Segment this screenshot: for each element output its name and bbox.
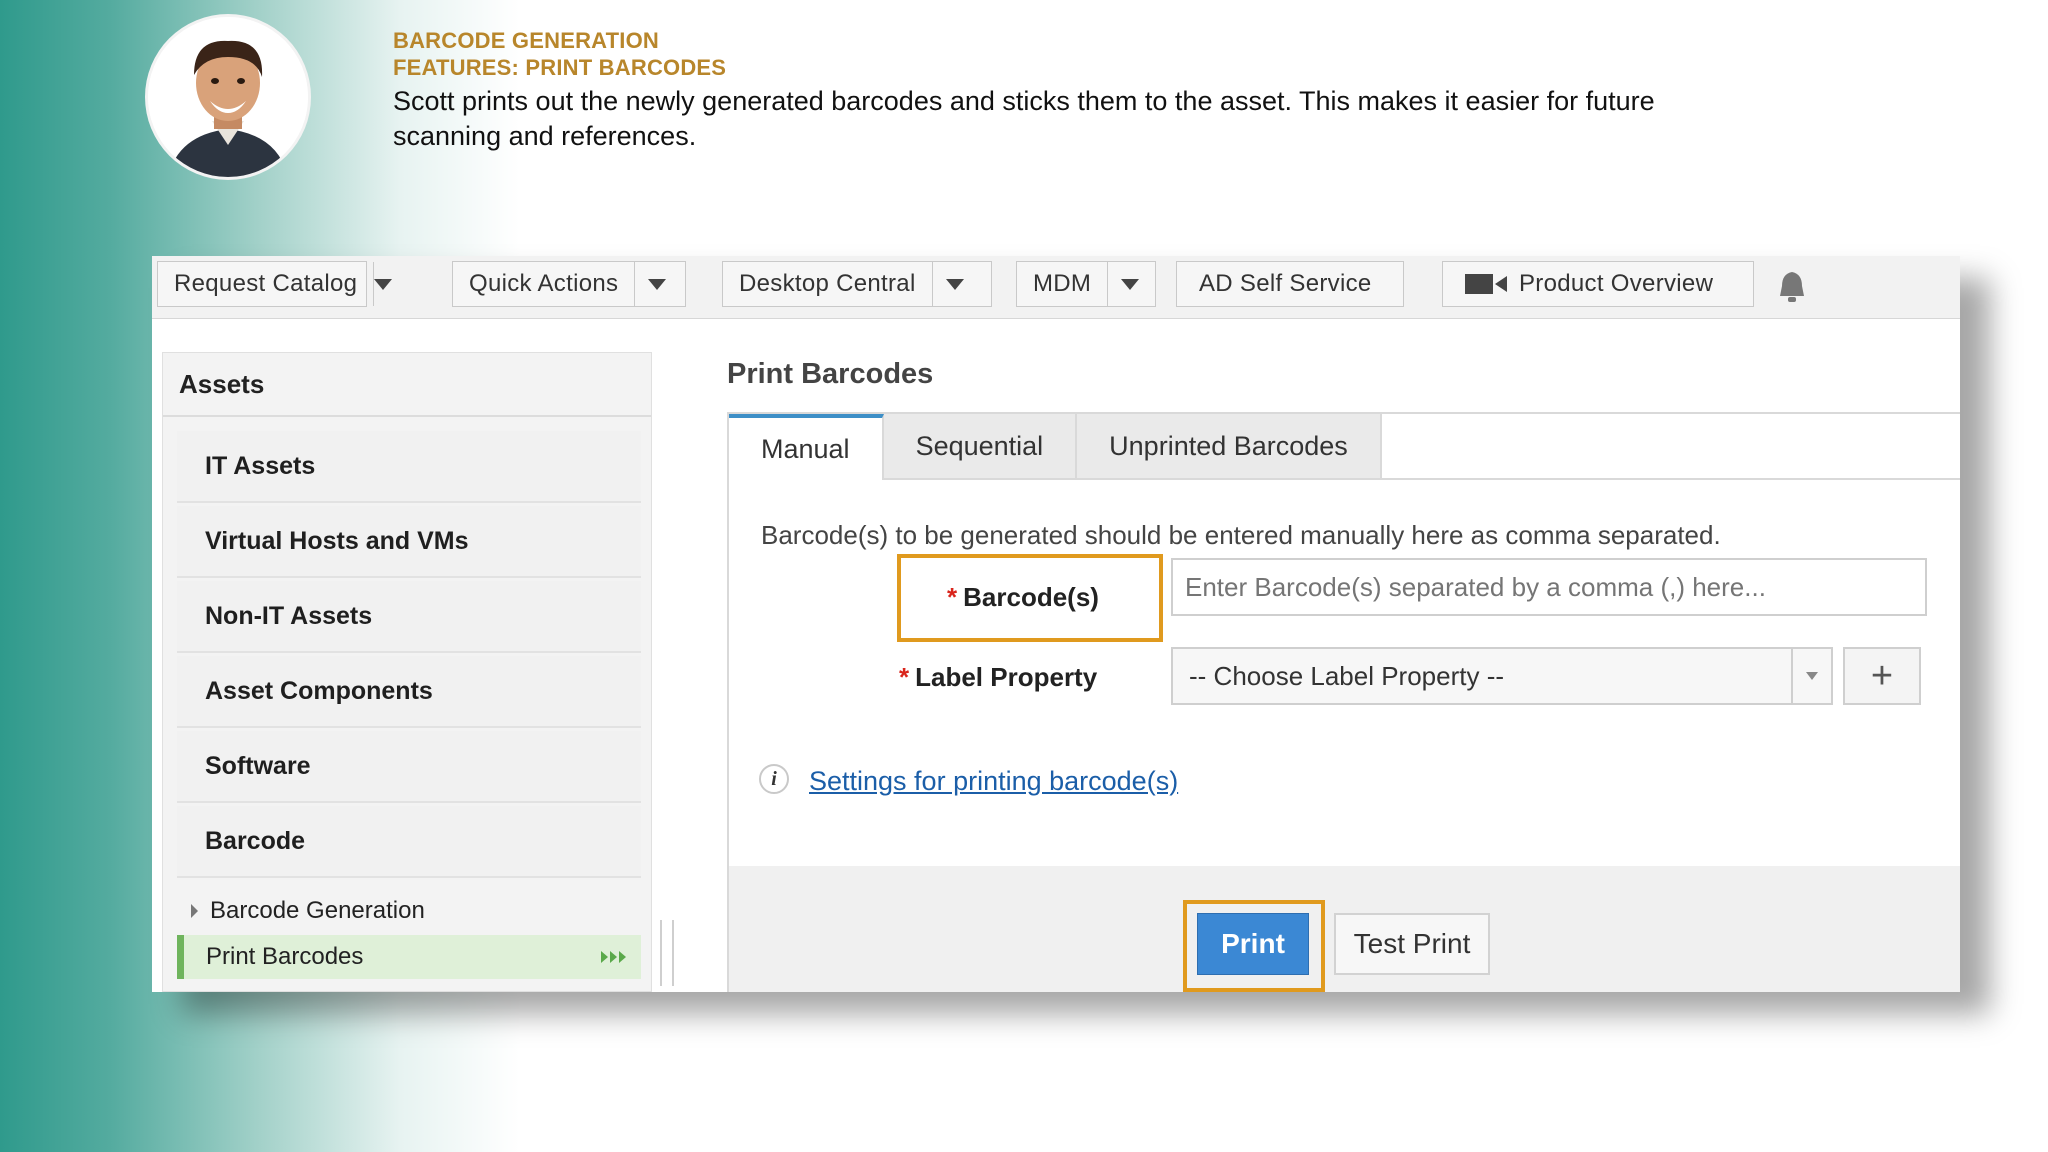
print-barcodes-label: Print Barcodes <box>206 943 364 970</box>
barcode-field-label: * Barcode(s) <box>947 582 1099 613</box>
assets-sidebar: Assets IT Assets Virtual Hosts and VMs N… <box>162 352 652 992</box>
tab-bar: Manual Sequential Unprinted Barcodes <box>729 414 1382 480</box>
sidebar-item-non-it-assets[interactable]: Non-IT Assets <box>177 581 641 653</box>
label-property-field-label: * Label Property <box>899 662 1097 693</box>
caret-right-icon <box>191 904 198 918</box>
barcode-label-text: Barcode(s) <box>963 582 1099 612</box>
mdm-menu[interactable]: MDM <box>1016 261 1156 307</box>
double-arrow-icon <box>601 951 626 963</box>
page-title: Print Barcodes <box>727 358 934 390</box>
test-print-button[interactable]: Test Print <box>1334 913 1490 975</box>
tab-manual[interactable]: Manual <box>729 414 884 480</box>
chevron-down-icon[interactable] <box>931 262 977 306</box>
quick-actions-label: Quick Actions <box>469 270 619 297</box>
sidebar-subitem-print-barcodes[interactable]: Print Barcodes <box>177 935 641 979</box>
feature-heading: FEATURES: PRINT BARCODES <box>393 55 727 80</box>
quick-actions-menu[interactable]: Quick Actions <box>452 261 686 307</box>
panel-resize-handle[interactable] <box>660 920 674 986</box>
info-icon: i <box>759 764 789 794</box>
sidebar-title: Assets <box>163 353 651 417</box>
label-property-select[interactable]: -- Choose Label Property -- <box>1171 647 1833 705</box>
product-overview-label: Product Overview <box>1519 270 1714 297</box>
sidebar-item-asset-components[interactable]: Asset Components <box>177 656 641 728</box>
tab-unprinted-barcodes[interactable]: Unprinted Barcodes <box>1077 414 1382 480</box>
app-screenshot: Request Catalog Quick Actions Desktop Ce… <box>152 256 1960 992</box>
sidebar-item-barcode[interactable]: Barcode <box>177 806 641 878</box>
chevron-down-icon[interactable] <box>373 262 393 306</box>
chevron-down-icon[interactable] <box>1107 262 1152 306</box>
required-marker: * <box>899 662 910 692</box>
request-catalog-label: Request Catalog <box>174 270 358 297</box>
sidebar-subitem-barcode-generation[interactable]: Barcode Generation <box>177 889 641 933</box>
product-overview-button[interactable]: Product Overview <box>1442 261 1754 307</box>
ad-self-service-label: AD Self Service <box>1199 270 1372 297</box>
desktop-central-label: Desktop Central <box>739 270 916 297</box>
tab-sequential[interactable]: Sequential <box>883 414 1078 480</box>
section-heading: BARCODE GENERATION <box>393 28 659 53</box>
video-camera-icon <box>1465 274 1507 294</box>
description-text: Scott prints out the newly generated bar… <box>393 86 1655 151</box>
print-barcodes-panel: Manual Sequential Unprinted Barcodes Bar… <box>727 412 1960 992</box>
chevron-down-icon[interactable] <box>634 262 679 306</box>
sidebar-item-virtual-hosts[interactable]: Virtual Hosts and VMs <box>177 506 641 578</box>
barcode-input[interactable] <box>1171 558 1927 616</box>
ad-self-service-button[interactable]: AD Self Service <box>1176 261 1404 307</box>
presenter-avatar <box>148 17 308 177</box>
mdm-label: MDM <box>1033 270 1092 297</box>
bell-icon[interactable] <box>1776 270 1808 304</box>
print-button[interactable]: Print <box>1197 913 1309 975</box>
label-property-text: Label Property <box>915 662 1098 692</box>
sidebar-item-it-assets[interactable]: IT Assets <box>177 431 641 503</box>
add-label-property-button[interactable]: + <box>1843 647 1921 705</box>
required-marker: * <box>947 582 958 612</box>
request-catalog-menu[interactable]: Request Catalog <box>157 261 393 307</box>
chevron-down-icon[interactable] <box>1791 649 1831 703</box>
help-text: Barcode(s) to be generated should be ent… <box>761 520 1721 550</box>
settings-link[interactable]: Settings for printing barcode(s) <box>809 766 1178 797</box>
label-property-value: -- Choose Label Property -- <box>1189 660 1505 691</box>
top-toolbar: Request Catalog Quick Actions Desktop Ce… <box>152 256 1960 319</box>
desktop-central-menu[interactable]: Desktop Central <box>722 261 992 307</box>
person-photo-icon <box>148 17 308 177</box>
sidebar-item-software[interactable]: Software <box>177 731 641 803</box>
barcode-generation-label: Barcode Generation <box>210 897 425 924</box>
